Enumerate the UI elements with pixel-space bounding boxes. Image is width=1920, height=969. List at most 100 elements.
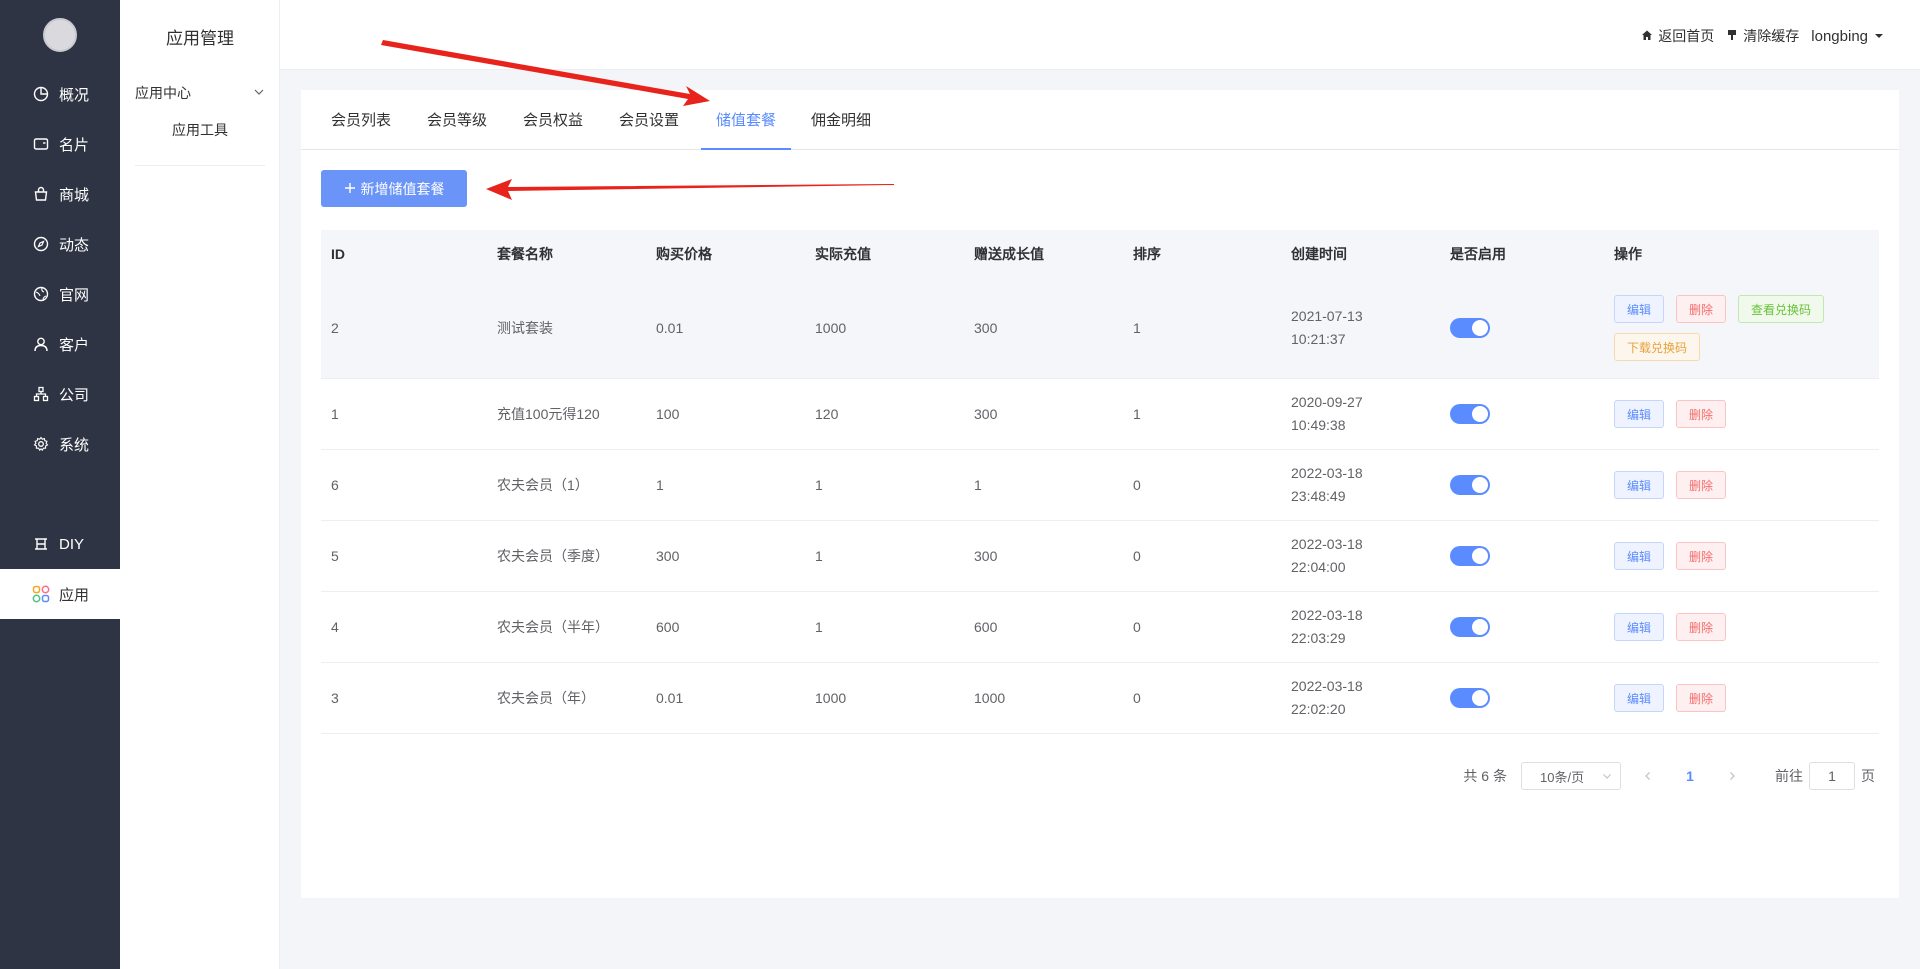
cell-sort: 0 (1133, 477, 1141, 493)
created-date: 2022-03-18 (1291, 678, 1363, 694)
tab-commission[interactable]: 佣金明细 (811, 90, 871, 150)
download-codes-button[interactable]: 下载兑换码 (1614, 333, 1701, 361)
chevron-down-icon (253, 85, 265, 101)
cell-price: 0.01 (656, 690, 684, 706)
cell-created: 2022-03-18 23:48:49 (1281, 462, 1440, 508)
col-created: 创建时间 (1291, 245, 1347, 262)
cell-price: 600 (656, 619, 680, 635)
edit-button[interactable]: 编辑 (1614, 295, 1665, 323)
col-growth: 赠送成长值 (974, 246, 1044, 262)
page-size-select[interactable]: 10条/页 (1521, 762, 1621, 790)
subnav-item-app-tools[interactable]: 应用工具 (120, 120, 280, 140)
logo (43, 18, 77, 52)
user-icon (32, 335, 50, 353)
cell-growth: 1 (974, 477, 982, 493)
nav-item-label: DIY (59, 535, 85, 553)
pagination: 共 6 条 10条/页 1 前往 1 页 (1463, 762, 1875, 790)
nav-item-card[interactable]: 名片 (0, 119, 120, 169)
delete-button[interactable]: 删除 (1676, 471, 1727, 499)
user-menu[interactable]: longbing (1811, 28, 1884, 45)
cell-created: 2022-03-18 22:04:00 (1281, 533, 1440, 579)
col-actions: 操作 (1614, 246, 1642, 262)
clear-cache-link[interactable]: 清除缓存 (1726, 26, 1799, 46)
edit-button[interactable]: 编辑 (1614, 542, 1665, 570)
col-price: 购买价格 (656, 246, 712, 262)
org-icon (32, 385, 50, 403)
cell-name: 农夫会员（季度） (497, 548, 609, 564)
col-enabled: 是否启用 (1450, 246, 1506, 262)
tab-stored-value[interactable]: 储值套餐 (701, 90, 792, 150)
apps-icon (32, 585, 50, 603)
enabled-toggle[interactable] (1450, 475, 1490, 495)
nav-item-overview[interactable]: 概况 (0, 69, 120, 119)
cell-price: 1 (656, 477, 664, 493)
col-sort: 排序 (1133, 246, 1161, 262)
cell-actions: 编辑 删除 (1599, 400, 1879, 428)
cell-sort: 0 (1133, 619, 1141, 635)
cell-created: 2022-03-18 22:02:20 (1281, 675, 1440, 721)
pie-chart-icon (32, 85, 50, 103)
nav-item-customer[interactable]: 客户 (0, 319, 120, 369)
nav-item-website[interactable]: 官网 (0, 269, 120, 319)
delete-button[interactable]: 删除 (1676, 295, 1727, 323)
enabled-toggle[interactable] (1450, 688, 1490, 708)
nav-item-shop[interactable]: 商城 (0, 169, 120, 219)
edit-button[interactable]: 编辑 (1614, 471, 1665, 499)
nav-item-label: 系统 (59, 436, 90, 454)
cell-charge: 1 (815, 548, 823, 564)
tab-member-settings[interactable]: 会员设置 (619, 90, 679, 150)
next-page-icon[interactable] (1717, 768, 1747, 784)
view-codes-button[interactable]: 查看兑换码 (1738, 295, 1825, 323)
tab-member-rights[interactable]: 会员权益 (523, 90, 583, 150)
delete-button[interactable]: 删除 (1676, 613, 1727, 641)
cell-charge: 120 (815, 406, 839, 422)
edit-button[interactable]: 编辑 (1614, 613, 1665, 641)
nav-item-label: 动态 (59, 236, 90, 254)
created-date: 2022-03-18 (1291, 465, 1363, 481)
tab-member-list[interactable]: 会员列表 (331, 90, 391, 150)
goto-label: 前往 (1775, 768, 1803, 784)
goto-page-input[interactable]: 1 (1809, 762, 1855, 790)
edit-button[interactable]: 编辑 (1614, 400, 1665, 428)
prev-page-icon[interactable] (1633, 768, 1663, 784)
delete-button[interactable]: 删除 (1676, 542, 1727, 570)
enabled-toggle[interactable] (1450, 318, 1490, 338)
package-table: ID 套餐名称 购买价格 实际充值 赠送成长值 排序 创建时间 是否启用 操作 … (321, 230, 1879, 734)
cell-enabled (1440, 475, 1599, 495)
cell-name: 农夫会员（半年） (497, 619, 609, 635)
subnav-title: 应用管理 (166, 29, 234, 48)
nav-item-system[interactable]: 系统 (0, 419, 120, 469)
created-date: 2022-03-18 (1291, 607, 1363, 623)
cell-id: 5 (331, 548, 339, 564)
home-link[interactable]: 返回首页 (1641, 26, 1714, 46)
nav-item-diy[interactable]: DIY (0, 519, 120, 569)
edit-button[interactable]: 编辑 (1614, 684, 1665, 712)
delete-button[interactable]: 删除 (1676, 400, 1727, 428)
card-icon (32, 135, 50, 153)
subnav-group-app-center[interactable]: 应用中心 (135, 83, 265, 103)
nav-item-company[interactable]: 公司 (0, 369, 120, 419)
table-row: 1 充值100元得120 100 120 300 1 2020-09-27 10:… (321, 379, 1879, 450)
globe-icon (32, 285, 50, 303)
username: longbing (1811, 27, 1868, 45)
nav-item-apps[interactable]: 应用 (0, 569, 120, 619)
cell-id: 4 (331, 619, 339, 635)
add-package-button[interactable]: 新增储值套餐 (321, 170, 467, 207)
enabled-toggle[interactable] (1450, 546, 1490, 566)
brush-icon (1726, 28, 1738, 44)
page-number[interactable]: 1 (1675, 768, 1705, 784)
cell-id: 6 (331, 477, 339, 493)
delete-button[interactable]: 删除 (1676, 684, 1727, 712)
nav-item-label: 客户 (59, 336, 90, 354)
cell-id: 1 (331, 406, 339, 422)
nav-item-dynamic[interactable]: 动态 (0, 219, 120, 269)
subnav-group-label: 应用中心 (135, 85, 191, 101)
enabled-toggle[interactable] (1450, 404, 1490, 424)
enabled-toggle[interactable] (1450, 617, 1490, 637)
cell-created: 2022-03-18 22:03:29 (1281, 604, 1440, 650)
cell-name: 充值100元得120 (497, 406, 600, 422)
tab-member-level[interactable]: 会员等级 (427, 90, 487, 150)
cell-actions: 编辑 删除 (1599, 684, 1879, 712)
cell-sort: 1 (1133, 406, 1141, 422)
cell-price: 300 (656, 548, 680, 564)
